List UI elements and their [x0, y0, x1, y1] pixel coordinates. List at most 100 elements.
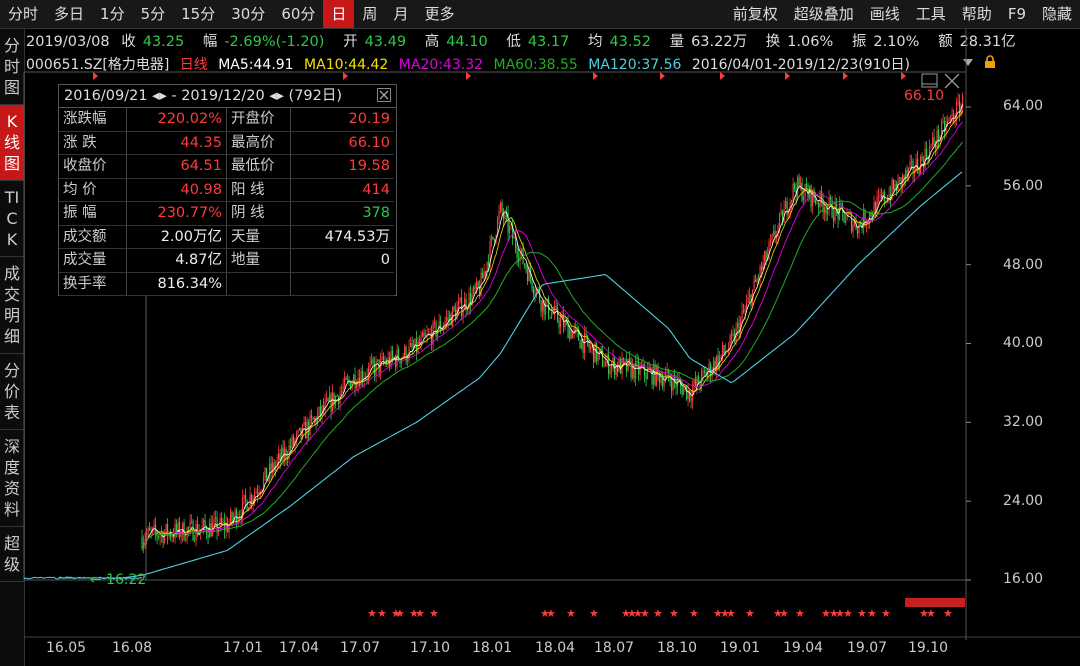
candle-body — [481, 272, 484, 279]
stats-k2: 天量 — [227, 225, 291, 249]
candle-body — [843, 212, 845, 223]
stats-v2: 19.58 — [291, 155, 394, 179]
close-icon[interactable] — [377, 88, 391, 102]
event-star-icon: ★ — [367, 607, 377, 620]
candle-body — [652, 363, 655, 385]
candle-body — [340, 390, 343, 394]
stats-k2: 地量 — [227, 249, 291, 273]
candle-body — [693, 380, 695, 389]
candle-body — [741, 311, 743, 320]
candle-body — [483, 271, 485, 279]
candle-body — [381, 356, 383, 359]
candle-body — [474, 286, 476, 290]
candle-body — [178, 522, 181, 537]
candle-body — [270, 463, 272, 473]
candle-body — [202, 519, 205, 526]
candle-body — [328, 394, 331, 401]
candle-body — [309, 415, 311, 436]
candle-body — [423, 332, 425, 337]
candle-body — [589, 347, 592, 349]
candle-body — [559, 317, 562, 328]
candle-body — [555, 306, 557, 308]
candle-body — [303, 422, 305, 425]
candle-body — [310, 415, 313, 418]
event-flag-icon — [93, 72, 98, 80]
candle-body — [780, 210, 782, 215]
candle-body — [234, 510, 236, 518]
candle-body — [720, 354, 722, 356]
candle-body — [802, 196, 805, 201]
candle-body — [624, 359, 626, 361]
candle-body — [370, 359, 373, 364]
candle-body — [375, 360, 377, 376]
candle-body — [918, 170, 920, 174]
x-tick-label: 19.01 — [720, 640, 761, 656]
event-flag-icon — [720, 72, 725, 80]
candle-body — [765, 251, 767, 261]
candle-body — [852, 224, 854, 232]
stats-row: 收盘价 64.51 最低价 19.58 — [59, 155, 396, 179]
candle-body — [858, 222, 860, 234]
candle-body — [814, 198, 817, 204]
candle-body — [946, 120, 949, 124]
event-flag-icon — [466, 72, 471, 80]
candle-body — [231, 511, 233, 521]
candle-body — [834, 202, 836, 221]
candle-body — [346, 379, 349, 381]
candle-body — [760, 265, 763, 271]
candle-body — [844, 219, 847, 223]
event-flag-icon — [593, 72, 598, 80]
candle-body — [787, 212, 790, 216]
candle-body — [150, 530, 152, 532]
low-annotation: ← 16.22 — [90, 572, 146, 588]
candle-body — [696, 376, 698, 386]
candle-body — [504, 212, 506, 220]
candle-body — [508, 226, 511, 233]
candle-body — [492, 236, 494, 240]
candle-body — [298, 427, 301, 431]
candle-body — [609, 369, 611, 374]
candle-body — [585, 333, 587, 336]
candle-body — [463, 298, 466, 310]
candle-body — [427, 333, 430, 334]
candle-body — [909, 161, 911, 168]
candle-body — [723, 345, 725, 353]
event-star-icon: ★ — [640, 607, 650, 620]
stats-k2 — [227, 272, 291, 296]
event-star-icon: ★ — [943, 607, 953, 620]
event-star-icon: ★ — [566, 607, 576, 620]
candle-body — [292, 436, 295, 445]
x-tick-label: 17.10 — [410, 640, 451, 656]
close-chart-icon[interactable] — [943, 72, 961, 90]
candle-body — [477, 281, 479, 288]
candle-body — [694, 380, 697, 386]
candle-body — [532, 288, 535, 294]
candle-body — [369, 363, 371, 367]
event-flag-icon — [343, 72, 348, 80]
candle-body — [745, 302, 748, 309]
stats-v2: 20.19 — [291, 108, 394, 132]
stats-v1: 44.35 — [127, 131, 227, 155]
candle-body — [823, 209, 826, 213]
candle-body — [433, 321, 436, 323]
candle-body — [756, 279, 758, 282]
candle-body — [229, 511, 232, 524]
candle-body — [670, 382, 673, 391]
candle-body — [516, 248, 518, 258]
candle-body — [949, 115, 952, 119]
candle-body — [900, 177, 902, 187]
candle-body — [942, 121, 944, 122]
candle-body — [784, 201, 787, 209]
stats-v2: 378 — [291, 202, 394, 226]
candle-body — [159, 535, 161, 538]
candle-body — [376, 359, 379, 361]
minimize-icon[interactable] — [921, 72, 939, 90]
candle-body — [744, 308, 746, 313]
stats-v1: 816.34% — [127, 272, 227, 296]
candle-body — [249, 494, 251, 508]
candle-body — [571, 331, 574, 339]
candle-body — [742, 311, 745, 313]
candle-body — [171, 535, 173, 538]
candle-body — [663, 379, 665, 387]
candle-body — [655, 365, 658, 385]
